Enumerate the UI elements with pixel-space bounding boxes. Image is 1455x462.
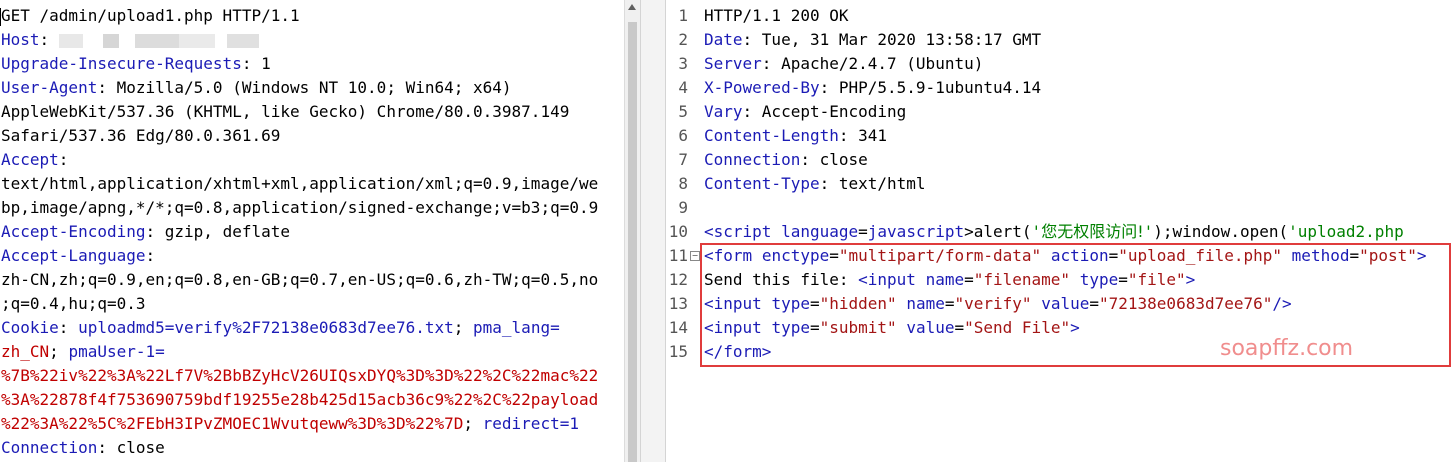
line-number: 5 <box>678 102 688 121</box>
cookie-cont-3: %3A%22878f4f753690759bdf19255e28b425d15a… <box>1 390 599 409</box>
line-number: 9 <box>678 198 688 217</box>
header-accept: Accept: <box>1 150 69 169</box>
line-number: 12 <box>668 270 688 289</box>
line-number: 13 <box>668 294 688 313</box>
header-accept-encoding: Accept-Encoding: gzip, deflate <box>1 222 290 241</box>
scrollbar-thumb[interactable] <box>628 22 637 462</box>
request-line: GET /admin/upload1.php HTTP/1.1 <box>0 6 300 26</box>
line-number: 6 <box>678 126 688 145</box>
cookie-cont-1: zh_CN; pmaUser-1= <box>1 342 165 361</box>
watermark: soapffz.com <box>1220 336 1354 361</box>
redacted-host-value <box>58 33 259 48</box>
line-number: 3 <box>678 54 688 73</box>
header-upgrade-insecure: Upgrade-Insecure-Requests: 1 <box>1 54 271 73</box>
user-agent-cont-1: AppleWebKit/537.36 (KHTML, like Gecko) C… <box>1 102 570 121</box>
header-host: Host: <box>1 28 259 52</box>
accept-language-value-2: ;q=0.4,hu;q=0.3 <box>1 294 146 313</box>
accept-language-value-1: zh-CN,zh;q=0.9,en;q=0.8,en-GB;q=0.7,en-U… <box>1 270 599 289</box>
line-number: 11 <box>668 246 688 265</box>
request-scrollbar[interactable] <box>624 0 640 462</box>
line-number: 10 <box>668 222 688 241</box>
cookie-cont-2: %7B%22iv%22%3A%22Lf7V%2BbBZyHcV26UIQsxDY… <box>1 366 599 385</box>
cookie-cont-4: %22%3A%22%5C%2FEbH3IPvZMOEC1Wvutqeww%3D%… <box>1 414 579 433</box>
user-agent-cont-2: Safari/537.36 Edg/80.0.361.69 <box>1 126 281 145</box>
line-number: 8 <box>678 174 688 193</box>
header-accept-language: Accept-Language: <box>1 246 156 265</box>
pane-splitter[interactable] <box>640 0 666 462</box>
response-editor[interactable]: 1 HTTP/1.1 200 OK 2 Date: Tue, 31 Mar 2020… <box>666 0 1455 462</box>
fold-toggle-icon[interactable]: − <box>690 251 700 261</box>
line-number: 2 <box>678 30 688 49</box>
header-user-agent: User-Agent: Mozilla/5.0 (Windows NT 10.0… <box>1 78 512 97</box>
accept-value-1: text/html,application/xhtml+xml,applicat… <box>1 174 599 193</box>
request-editor[interactable]: GET /admin/upload1.php HTTP/1.1 Host: Up… <box>0 0 624 462</box>
line-number: 7 <box>678 150 688 169</box>
header-connection: Connection: close <box>1 438 165 457</box>
header-cookie: Cookie: uploadmd5=verify%2F72138e0683d7e… <box>1 318 560 337</box>
line-number: 14 <box>668 318 688 337</box>
scroll-up-arrow-icon[interactable] <box>628 4 636 10</box>
line-number: 15 <box>668 342 688 361</box>
line-number: 1 <box>678 6 688 25</box>
accept-value-2: bp,image/apng,*/*;q=0.8,application/sign… <box>1 198 599 217</box>
line-number: 4 <box>678 78 688 97</box>
